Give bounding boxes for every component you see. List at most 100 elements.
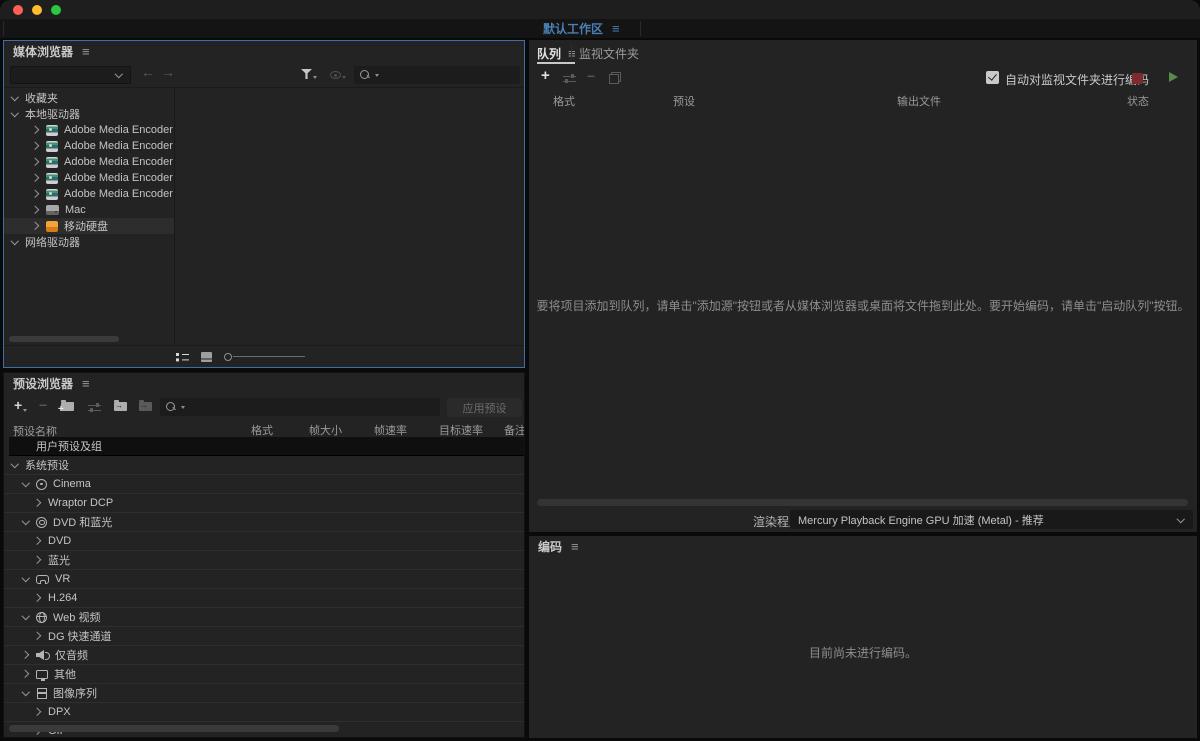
delete-preset-button[interactable]: − — [39, 397, 47, 413]
close-window-button[interactable] — [13, 5, 23, 15]
chevron-right-icon[interactable] — [34, 708, 42, 716]
chevron-right-icon[interactable] — [32, 174, 40, 182]
horizontal-scrollbar[interactable] — [537, 499, 1188, 506]
chevron-down-icon[interactable] — [22, 575, 30, 583]
zoom-slider-track[interactable] — [233, 356, 305, 357]
preset-group-web-video[interactable]: Web 视频 — [4, 608, 524, 627]
chevron-down-icon[interactable] — [22, 613, 30, 621]
preset-group-wraptor-dcp[interactable]: Wraptor DCP — [4, 494, 524, 513]
new-preset-group-icon[interactable] — [61, 402, 74, 411]
renderer-select[interactable]: Mercury Playback Engine GPU 加速 (Metal) -… — [790, 510, 1193, 529]
add-source-button[interactable]: + — [541, 67, 550, 84]
list-view-button[interactable] — [176, 352, 189, 362]
back-button[interactable]: ← — [141, 64, 155, 80]
horizontal-scrollbar[interactable] — [9, 725, 339, 732]
tree-item-network-drives[interactable]: 网络驱动器 — [4, 234, 174, 250]
location-dropdown[interactable] — [10, 66, 131, 84]
chevron-down-icon[interactable] — [11, 110, 19, 118]
preset-group-audio-only[interactable]: 仅音频 — [4, 646, 524, 665]
start-queue-button[interactable] — [1169, 72, 1178, 82]
user-presets-group-row[interactable]: 用户预设及组 — [9, 437, 524, 456]
tree-item-drive[interactable]: Adobe Media Encoder 202 — [4, 154, 174, 170]
apply-preset-button[interactable]: 应用预设 — [447, 398, 522, 417]
minimize-window-button[interactable] — [32, 5, 42, 15]
column-status[interactable]: 状态 — [1127, 93, 1149, 109]
chevron-down-icon[interactable] — [22, 480, 30, 488]
tree-item-local-drives[interactable]: 本地驱动器 — [4, 106, 174, 122]
add-preset-button[interactable]: + — [14, 397, 22, 413]
zoom-window-button[interactable] — [51, 5, 61, 15]
tree-item-drive[interactable]: Adobe Media Encoder 202 — [4, 138, 174, 154]
preset-group-h264[interactable]: H.264 — [4, 589, 524, 608]
thumbnail-view-button[interactable] — [201, 352, 212, 362]
tree-item-mac[interactable]: Mac — [4, 202, 174, 218]
preset-group-vr[interactable]: VR — [4, 570, 524, 589]
tree-item-drive[interactable]: Adobe Media Encoder 202 — [4, 170, 174, 186]
column-output-file[interactable]: 输出文件 — [897, 93, 941, 109]
zoom-slider-knob[interactable] — [224, 353, 232, 361]
chevron-right-icon[interactable] — [32, 190, 40, 198]
preset-group-cinema[interactable]: Cinema — [4, 475, 524, 494]
chevron-right-icon[interactable] — [32, 142, 40, 150]
preset-group-system[interactable]: 系统预设 — [4, 456, 524, 475]
tree-item-external-drive[interactable]: 移动硬盘 — [4, 218, 174, 234]
preset-group-image-sequence[interactable]: 图像序列 — [4, 684, 524, 703]
tree-item-drive[interactable]: Adobe Media Encoder 202 — [4, 186, 174, 202]
preset-search-input[interactable] — [187, 398, 440, 416]
column-frame-rate[interactable]: 帧速率 — [374, 422, 407, 437]
preset-group-dvd[interactable]: DVD — [4, 532, 524, 551]
preset-group-others[interactable]: 其他 — [4, 665, 524, 684]
column-target-rate[interactable]: 目标速率 — [439, 422, 483, 437]
media-search-input[interactable] — [381, 66, 520, 84]
horizontal-scrollbar[interactable] — [9, 336, 119, 342]
panel-menu-icon[interactable]: ≡ — [82, 376, 90, 391]
export-preset-icon[interactable] — [139, 402, 152, 411]
column-format[interactable]: 格式 — [553, 93, 575, 109]
chevron-right-icon[interactable] — [22, 670, 30, 678]
chevron-right-icon[interactable] — [32, 126, 40, 134]
job-settings-icon[interactable] — [563, 73, 576, 83]
column-preset[interactable]: 预设 — [673, 93, 695, 109]
chevron-right-icon[interactable] — [32, 222, 40, 230]
tab-queue[interactable]: 队列 ≡ — [537, 45, 576, 62]
preset-settings-icon[interactable] — [88, 402, 101, 412]
panel-menu-icon[interactable]: ≡ — [571, 539, 579, 554]
chevron-down-icon[interactable] — [11, 94, 19, 102]
tree-item-drive[interactable]: Adobe Media Encoder 201 — [4, 122, 174, 138]
chevron-right-icon[interactable] — [22, 651, 30, 659]
column-comment[interactable]: 备注 — [504, 422, 524, 437]
chevron-down-icon[interactable] — [11, 238, 19, 246]
preset-group-dvd-bluray[interactable]: DVD 和蓝光 — [4, 513, 524, 532]
chevron-down-icon[interactable] — [22, 689, 30, 697]
column-format[interactable]: 格式 — [251, 422, 273, 437]
chevron-right-icon[interactable] — [34, 594, 42, 602]
ingest-settings-button[interactable] — [330, 71, 346, 79]
chevron-right-icon[interactable] — [34, 537, 42, 545]
auto-encode-checkbox[interactable] — [986, 71, 999, 84]
chevron-down-icon[interactable] — [22, 518, 30, 526]
duplicate-job-icon[interactable] — [609, 72, 621, 84]
forward-button[interactable]: → — [161, 64, 175, 80]
column-frame-size[interactable]: 帧大小 — [309, 422, 342, 437]
panel-menu-icon[interactable]: ≡ — [82, 44, 90, 59]
workspace-menu-icon[interactable]: ≡ — [612, 21, 620, 36]
filter-button[interactable] — [301, 69, 317, 79]
chevron-right-icon[interactable] — [32, 206, 40, 214]
stop-queue-button[interactable] — [1132, 73, 1143, 84]
workspace-tab-default[interactable]: 默认工作区 ≡ — [543, 19, 620, 38]
chevron-right-icon[interactable] — [34, 556, 42, 564]
import-preset-icon[interactable] — [114, 402, 127, 411]
tab-watch-folders[interactable]: 监视文件夹 — [579, 45, 639, 62]
chevron-right-icon[interactable] — [34, 632, 42, 640]
tree-content-divider[interactable] — [174, 88, 175, 345]
preset-group-dg-fast-channel[interactable]: DG 快速通道 — [4, 627, 524, 646]
tree-item-favorites[interactable]: 收藏夹 — [4, 90, 174, 106]
chevron-right-icon[interactable] — [32, 158, 40, 166]
preset-group-dpx[interactable]: DPX — [4, 703, 524, 722]
media-search-box[interactable] — [354, 66, 520, 84]
preset-group-bluray[interactable]: 蓝光 — [4, 551, 524, 570]
preset-search-box[interactable] — [160, 398, 440, 416]
chevron-right-icon[interactable] — [34, 499, 42, 507]
remove-job-button[interactable]: − — [587, 68, 595, 84]
chevron-down-icon[interactable] — [11, 461, 19, 469]
